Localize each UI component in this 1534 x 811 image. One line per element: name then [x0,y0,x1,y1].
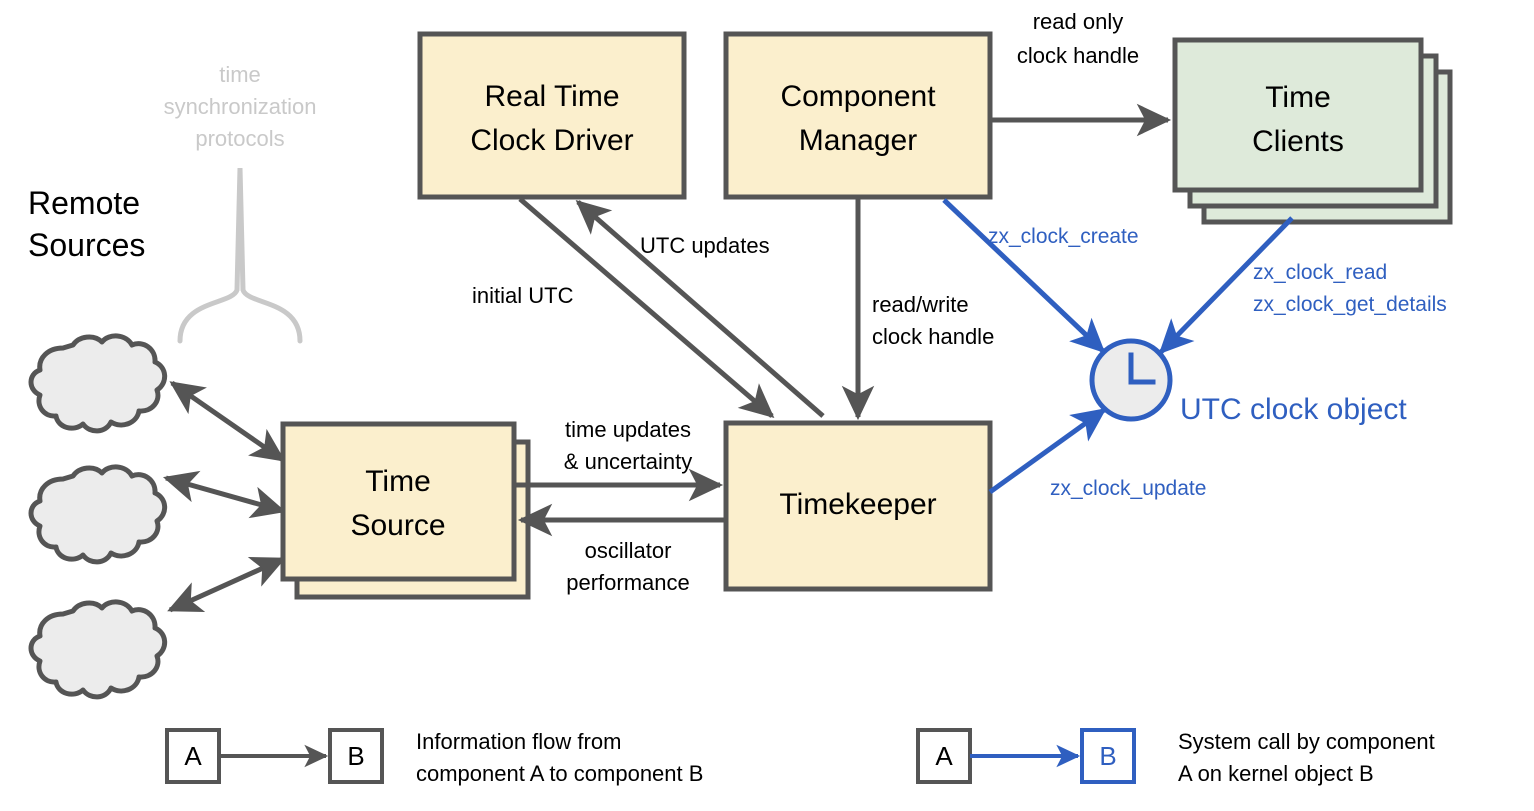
initial-utc-label: initial UTC [472,283,574,308]
read-write-clock-handle-label-line1: read/write [872,292,969,317]
remote-sources-line1: Remote [28,185,140,221]
time-clients-label-line1: Time [1265,81,1331,114]
zx-clock-update-label: zx_clock_update [1050,477,1206,500]
rtc-driver-label-line1: Real Time [484,80,619,113]
oscillator-performance-label-line2: performance [566,570,690,595]
zx-clock-read-label-line1: zx_clock_read [1253,261,1387,284]
sync-protocols-line2: synchronization [164,94,317,119]
time-clients-box-front[interactable] [1172,37,1424,193]
time-source-label-line2: Source [350,509,445,542]
remote-source-clouds [28,333,168,700]
node-rtc-driver[interactable]: Real Time Clock Driver [417,31,687,200]
node-time-source[interactable]: Time Source [280,421,531,600]
read-only-clock-handle-label-line1: read only [1033,9,1124,34]
utc-updates-label: UTC updates [640,233,770,258]
timekeeper-label: Timekeeper [779,488,936,521]
legend-info-desc-line2: component A to component B [416,761,703,786]
component-manager-box[interactable] [723,31,993,200]
node-component-manager[interactable]: Component Manager [723,31,993,200]
rtc-driver-label-line2: Clock Driver [470,124,633,157]
time-source-label-line1: Time [365,465,431,498]
sync-protocols-line3: protocols [195,126,284,151]
component-manager-label-line2: Manager [799,124,917,157]
zx-clock-create-label: zx_clock_create [988,225,1139,248]
time-source-box-front[interactable] [280,421,517,582]
read-only-clock-handle-label-line2: clock handle [1017,43,1139,68]
time-updates-label-line1: time updates [565,417,691,442]
legend-info-box-a-label: A [184,741,202,771]
utc-clock-object-label: UTC clock object [1180,393,1407,426]
legend-syscall-box-a-label: A [935,741,953,771]
read-write-clock-handle-label-line2: clock handle [872,324,994,349]
legend-info-box-b-label: B [347,741,364,771]
legend-syscall-desc-line1: System call by component [1178,729,1435,754]
rtc-driver-box[interactable] [417,31,687,200]
zx-clock-get-details-label-line2: zx_clock_get_details [1253,293,1447,316]
time-clients-label-line2: Clients [1252,125,1344,158]
time-architecture-diagram: time synchronization protocols Remote So… [0,0,1534,811]
node-timekeeper[interactable]: Timekeeper [723,420,993,592]
time-updates-label-line2: & uncertainty [564,449,692,474]
component-manager-label-line1: Component [780,80,936,113]
legend-syscall-desc-line2: A on kernel object B [1178,761,1374,786]
remote-sources-line2: Sources [28,227,145,263]
oscillator-performance-label-line1: oscillator [585,538,672,563]
node-time-clients[interactable]: Time Clients [1172,37,1453,225]
legend-syscall-box-b-label: B [1099,741,1116,771]
legend-info-desc-line1: Information flow from [416,729,621,754]
sync-protocols-line1: time [219,62,261,87]
